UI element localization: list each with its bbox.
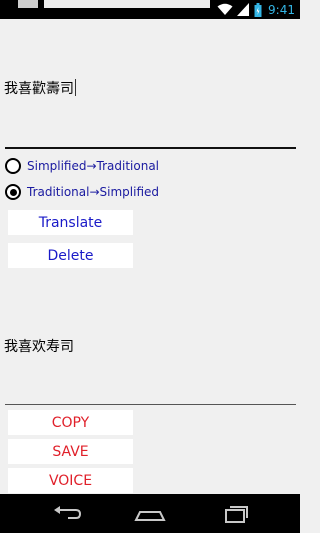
recent-apps-icon[interactable] xyxy=(214,502,254,526)
save-button[interactable]: SAVE xyxy=(8,439,133,464)
battery-icon xyxy=(254,2,262,17)
home-icon[interactable] xyxy=(130,502,170,526)
text-caret xyxy=(75,79,76,96)
input-text: 我喜歡壽司 xyxy=(4,81,74,97)
status-icons: 9:41 xyxy=(217,0,300,19)
navigation-bar xyxy=(0,494,300,533)
radio-label-simplified-to-traditional: Simplified→Traditional xyxy=(27,159,160,173)
status-time: 9:41 xyxy=(268,2,295,17)
radio-simplified-to-traditional[interactable]: Simplified→Traditional xyxy=(5,156,159,176)
input-text-field[interactable]: 我喜歡壽司 xyxy=(0,30,300,150)
radio-label-traditional-to-simplified: Traditional→Simplified xyxy=(27,185,160,199)
status-bar: 9:41 xyxy=(0,0,300,19)
input-text-value: 我喜歡壽司 xyxy=(4,78,76,98)
voice-button[interactable]: VOICE xyxy=(8,468,133,493)
copy-button[interactable]: COPY xyxy=(8,410,133,435)
radio-traditional-to-simplified[interactable]: Traditional→Simplified xyxy=(5,182,159,202)
translate-button[interactable]: Translate xyxy=(8,210,133,235)
notification-thumbnail xyxy=(18,0,38,8)
input-underline xyxy=(5,147,296,149)
radio-unchecked-icon xyxy=(5,158,21,174)
output-text: 我喜欢寿司 xyxy=(4,339,74,355)
signal-icon xyxy=(237,3,250,16)
wifi-icon xyxy=(217,3,233,16)
radio-checked-icon xyxy=(5,184,21,200)
back-icon[interactable] xyxy=(46,502,86,526)
notification-strip xyxy=(44,0,210,8)
delete-button[interactable]: Delete xyxy=(8,243,133,268)
output-divider xyxy=(5,404,296,405)
